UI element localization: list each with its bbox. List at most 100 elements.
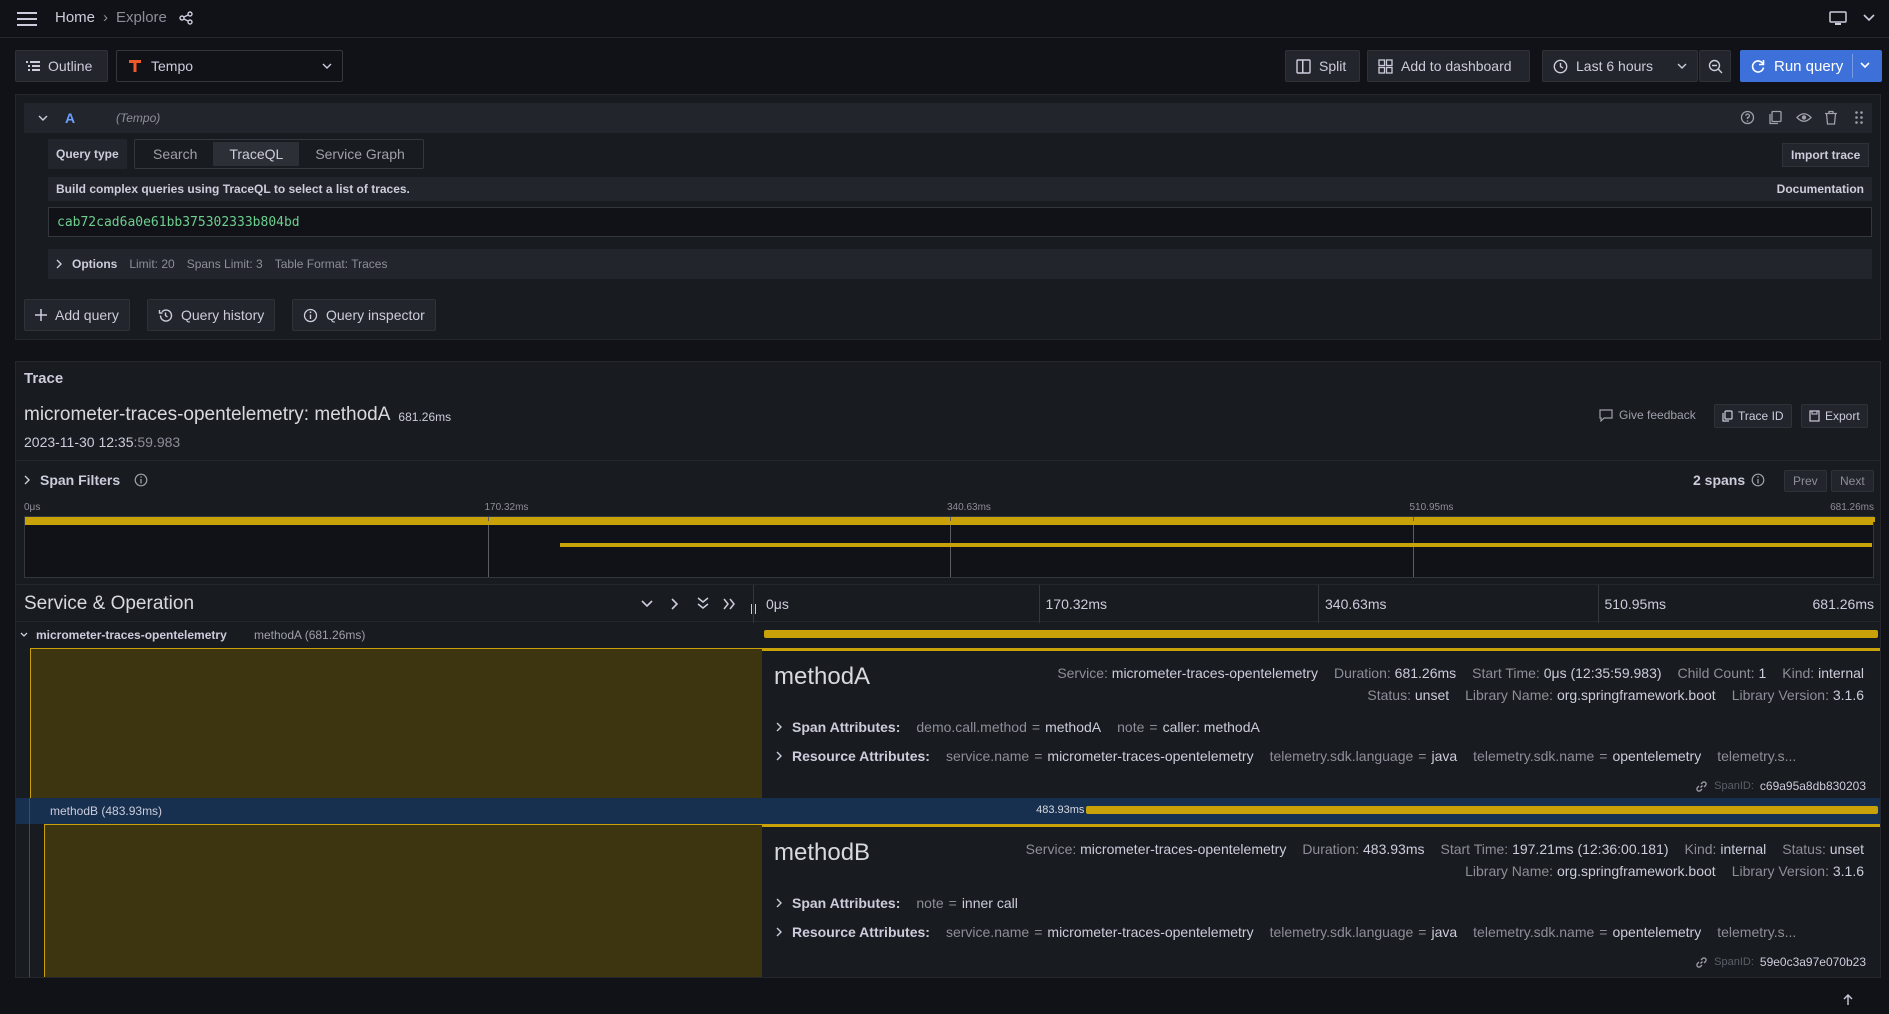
minimap-gridline bbox=[1412, 517, 1414, 577]
export-label: Export bbox=[1825, 409, 1860, 423]
kv-key: Service: bbox=[1025, 841, 1077, 857]
option-limit: Limit: 20 bbox=[129, 257, 175, 271]
collapse-all-icon[interactable] bbox=[697, 597, 709, 610]
kv-value: opentelemetry bbox=[1612, 748, 1702, 764]
span-attributes-row[interactable]: Span Attributes: note = inner call bbox=[776, 895, 1018, 911]
kv-separator: = bbox=[1031, 719, 1041, 735]
kv-value: micrometer-traces-opentelemetry bbox=[1080, 841, 1287, 857]
timeline-gridline bbox=[1597, 585, 1599, 623]
kv-value: 1 bbox=[1758, 665, 1767, 681]
span-bar[interactable] bbox=[764, 630, 1878, 638]
span-id-label: SpanID: bbox=[1714, 956, 1754, 968]
split-button[interactable]: Split bbox=[1285, 50, 1360, 82]
span-id-row[interactable]: SpanID: 59e0c3a97e070b23 bbox=[1695, 955, 1866, 969]
eye-icon[interactable] bbox=[1796, 110, 1812, 125]
collapse-one-icon[interactable] bbox=[641, 600, 653, 608]
resource-attributes-row[interactable]: Resource Attributes: service.name = microme… bbox=[776, 748, 1796, 764]
kv-pair: Kind: internal bbox=[1782, 665, 1864, 681]
datasource-picker[interactable]: Tempo bbox=[116, 50, 343, 82]
help-icon[interactable] bbox=[1740, 110, 1755, 125]
documentation-link[interactable]: Documentation bbox=[1777, 182, 1864, 196]
query-input[interactable]: cab72cad6a0e61bb375302333b804bd bbox=[48, 207, 1872, 237]
chevron-right-icon bbox=[776, 927, 782, 937]
kv-key: note bbox=[916, 895, 944, 911]
next-label: Next bbox=[1840, 474, 1865, 488]
resource-attributes-overflow: telemetry.s... bbox=[1717, 924, 1797, 940]
minimap-tick-label: 0μs bbox=[24, 502, 41, 513]
run-query-button[interactable]: Run query bbox=[1740, 50, 1882, 82]
info-icon[interactable] bbox=[1751, 473, 1765, 487]
span-bar[interactable] bbox=[1086, 806, 1878, 814]
kv-key: Library Version: bbox=[1731, 687, 1829, 703]
chevron-down-icon[interactable] bbox=[1860, 62, 1870, 68]
add-query-button[interactable]: Add query bbox=[24, 299, 130, 331]
trace-id-button[interactable]: Trace ID bbox=[1714, 404, 1792, 428]
trace-minimap[interactable]: 0μs 170.32ms 340.63ms 510.95ms 681.26ms bbox=[24, 502, 1875, 578]
kv-value: micrometer-traces-opentelemetry bbox=[1111, 665, 1318, 681]
span-filters-toggle[interactable]: Span Filters bbox=[24, 472, 148, 488]
kv-value: 483.93ms bbox=[1363, 841, 1425, 857]
timeline-gridline bbox=[1318, 585, 1319, 623]
kv-key: note bbox=[1117, 719, 1145, 735]
kv-value: internal bbox=[1818, 665, 1864, 681]
resize-handle-icon[interactable] bbox=[751, 604, 756, 614]
minimap-gridline bbox=[487, 517, 489, 577]
info-icon[interactable] bbox=[134, 473, 148, 487]
span-id-row[interactable]: SpanID: c69a95a8db830203 bbox=[1695, 779, 1866, 793]
prev-button[interactable]: Prev bbox=[1784, 470, 1827, 492]
query-history-button[interactable]: Query history bbox=[147, 299, 276, 331]
minimap-tick-label: 681.26ms bbox=[1830, 502, 1874, 513]
chevron-down-icon[interactable] bbox=[1862, 12, 1876, 24]
span-detail-name: methodA bbox=[774, 663, 871, 690]
import-trace-button[interactable]: Import trace bbox=[1782, 143, 1870, 167]
span-id-label: SpanID: bbox=[1714, 780, 1754, 792]
drag-handle-icon[interactable] bbox=[1854, 110, 1864, 125]
tab-service-graph-label: Service Graph bbox=[315, 146, 405, 162]
span-attributes-row[interactable]: Span Attributes: demo.call.method = methodA… bbox=[776, 719, 1260, 735]
save-icon bbox=[1809, 410, 1820, 422]
next-button[interactable]: Next bbox=[1831, 470, 1874, 492]
info-icon bbox=[303, 308, 318, 323]
traceql-help-bar: Build complex queries using TraceQL to s… bbox=[48, 177, 1872, 201]
trace-date-seconds: :59.983 bbox=[133, 434, 181, 450]
plus-icon bbox=[35, 309, 47, 321]
kv-value: micrometer-traces-opentelemetry bbox=[1047, 924, 1254, 940]
link-icon bbox=[1695, 780, 1708, 793]
scroll-to-top-icon[interactable] bbox=[1843, 994, 1853, 1006]
time-range-label: Last 6 hours bbox=[1576, 58, 1654, 74]
chevron-down-icon[interactable] bbox=[20, 632, 28, 637]
chevron-right-icon bbox=[24, 475, 30, 485]
expand-all-icon[interactable] bbox=[723, 598, 736, 610]
breadcrumb-home[interactable]: Home bbox=[55, 9, 95, 26]
add-to-dashboard-button[interactable]: Add to dashboard bbox=[1367, 50, 1530, 82]
kv-value: org.springframework.boot bbox=[1556, 863, 1716, 879]
tab-search[interactable]: Search bbox=[137, 142, 213, 166]
tab-service-graph[interactable]: Service Graph bbox=[299, 142, 420, 166]
query-ref-id[interactable]: A bbox=[65, 110, 75, 126]
kv-value: opentelemetry bbox=[1612, 924, 1702, 940]
resource-attributes-row[interactable]: Resource Attributes: service.name = microme… bbox=[776, 924, 1796, 940]
monitor-icon[interactable] bbox=[1828, 9, 1848, 27]
outline-button[interactable]: Outline bbox=[15, 50, 108, 82]
query-inspector-button[interactable]: Query inspector bbox=[292, 299, 436, 331]
span-detail-b: methodB Service: micrometer-traces-opent… bbox=[762, 824, 1880, 977]
timeline-header: Service & Operation 0μs 170.32ms 340.63ms 5… bbox=[16, 584, 1880, 623]
run-query-label: Run query bbox=[1774, 57, 1844, 75]
export-button[interactable]: Export bbox=[1801, 404, 1868, 428]
menu-icon[interactable] bbox=[16, 9, 38, 29]
expand-one-icon[interactable] bbox=[671, 598, 679, 610]
tab-traceql[interactable]: TraceQL bbox=[213, 142, 300, 166]
share-icon[interactable] bbox=[179, 10, 193, 25]
trace-date-main: 2023-11-30 12:35 bbox=[24, 434, 134, 450]
time-range-picker[interactable]: Last 6 hours bbox=[1542, 50, 1698, 82]
span-bar-duration-label: 483.93ms bbox=[1036, 804, 1085, 816]
collapse-chevron-icon[interactable] bbox=[38, 115, 48, 121]
zoom-out-button[interactable] bbox=[1699, 50, 1731, 82]
give-feedback-link[interactable]: Give feedback bbox=[1599, 408, 1696, 422]
trash-icon[interactable] bbox=[1824, 110, 1838, 125]
minimap-gridline bbox=[950, 517, 951, 577]
options-bar[interactable]: Options Limit: 20 Spans Limit: 3 Table F… bbox=[48, 249, 1872, 279]
chevron-right-icon bbox=[776, 751, 782, 761]
copy-icon[interactable] bbox=[1768, 110, 1783, 125]
trace-duration: 681.26ms bbox=[398, 410, 452, 424]
